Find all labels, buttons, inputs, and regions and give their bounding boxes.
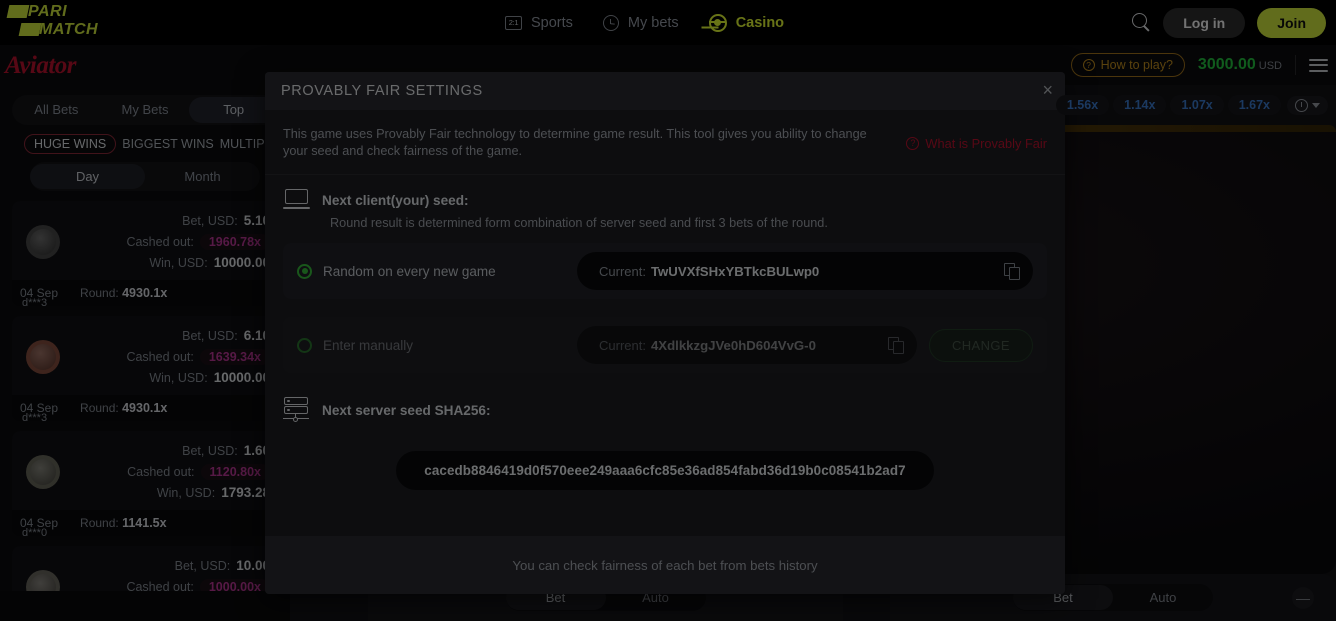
modal-overlay[interactable] bbox=[0, 0, 1336, 621]
app-root: PARI MATCH 2:1 Sports My bets Casino Log… bbox=[0, 0, 1336, 621]
